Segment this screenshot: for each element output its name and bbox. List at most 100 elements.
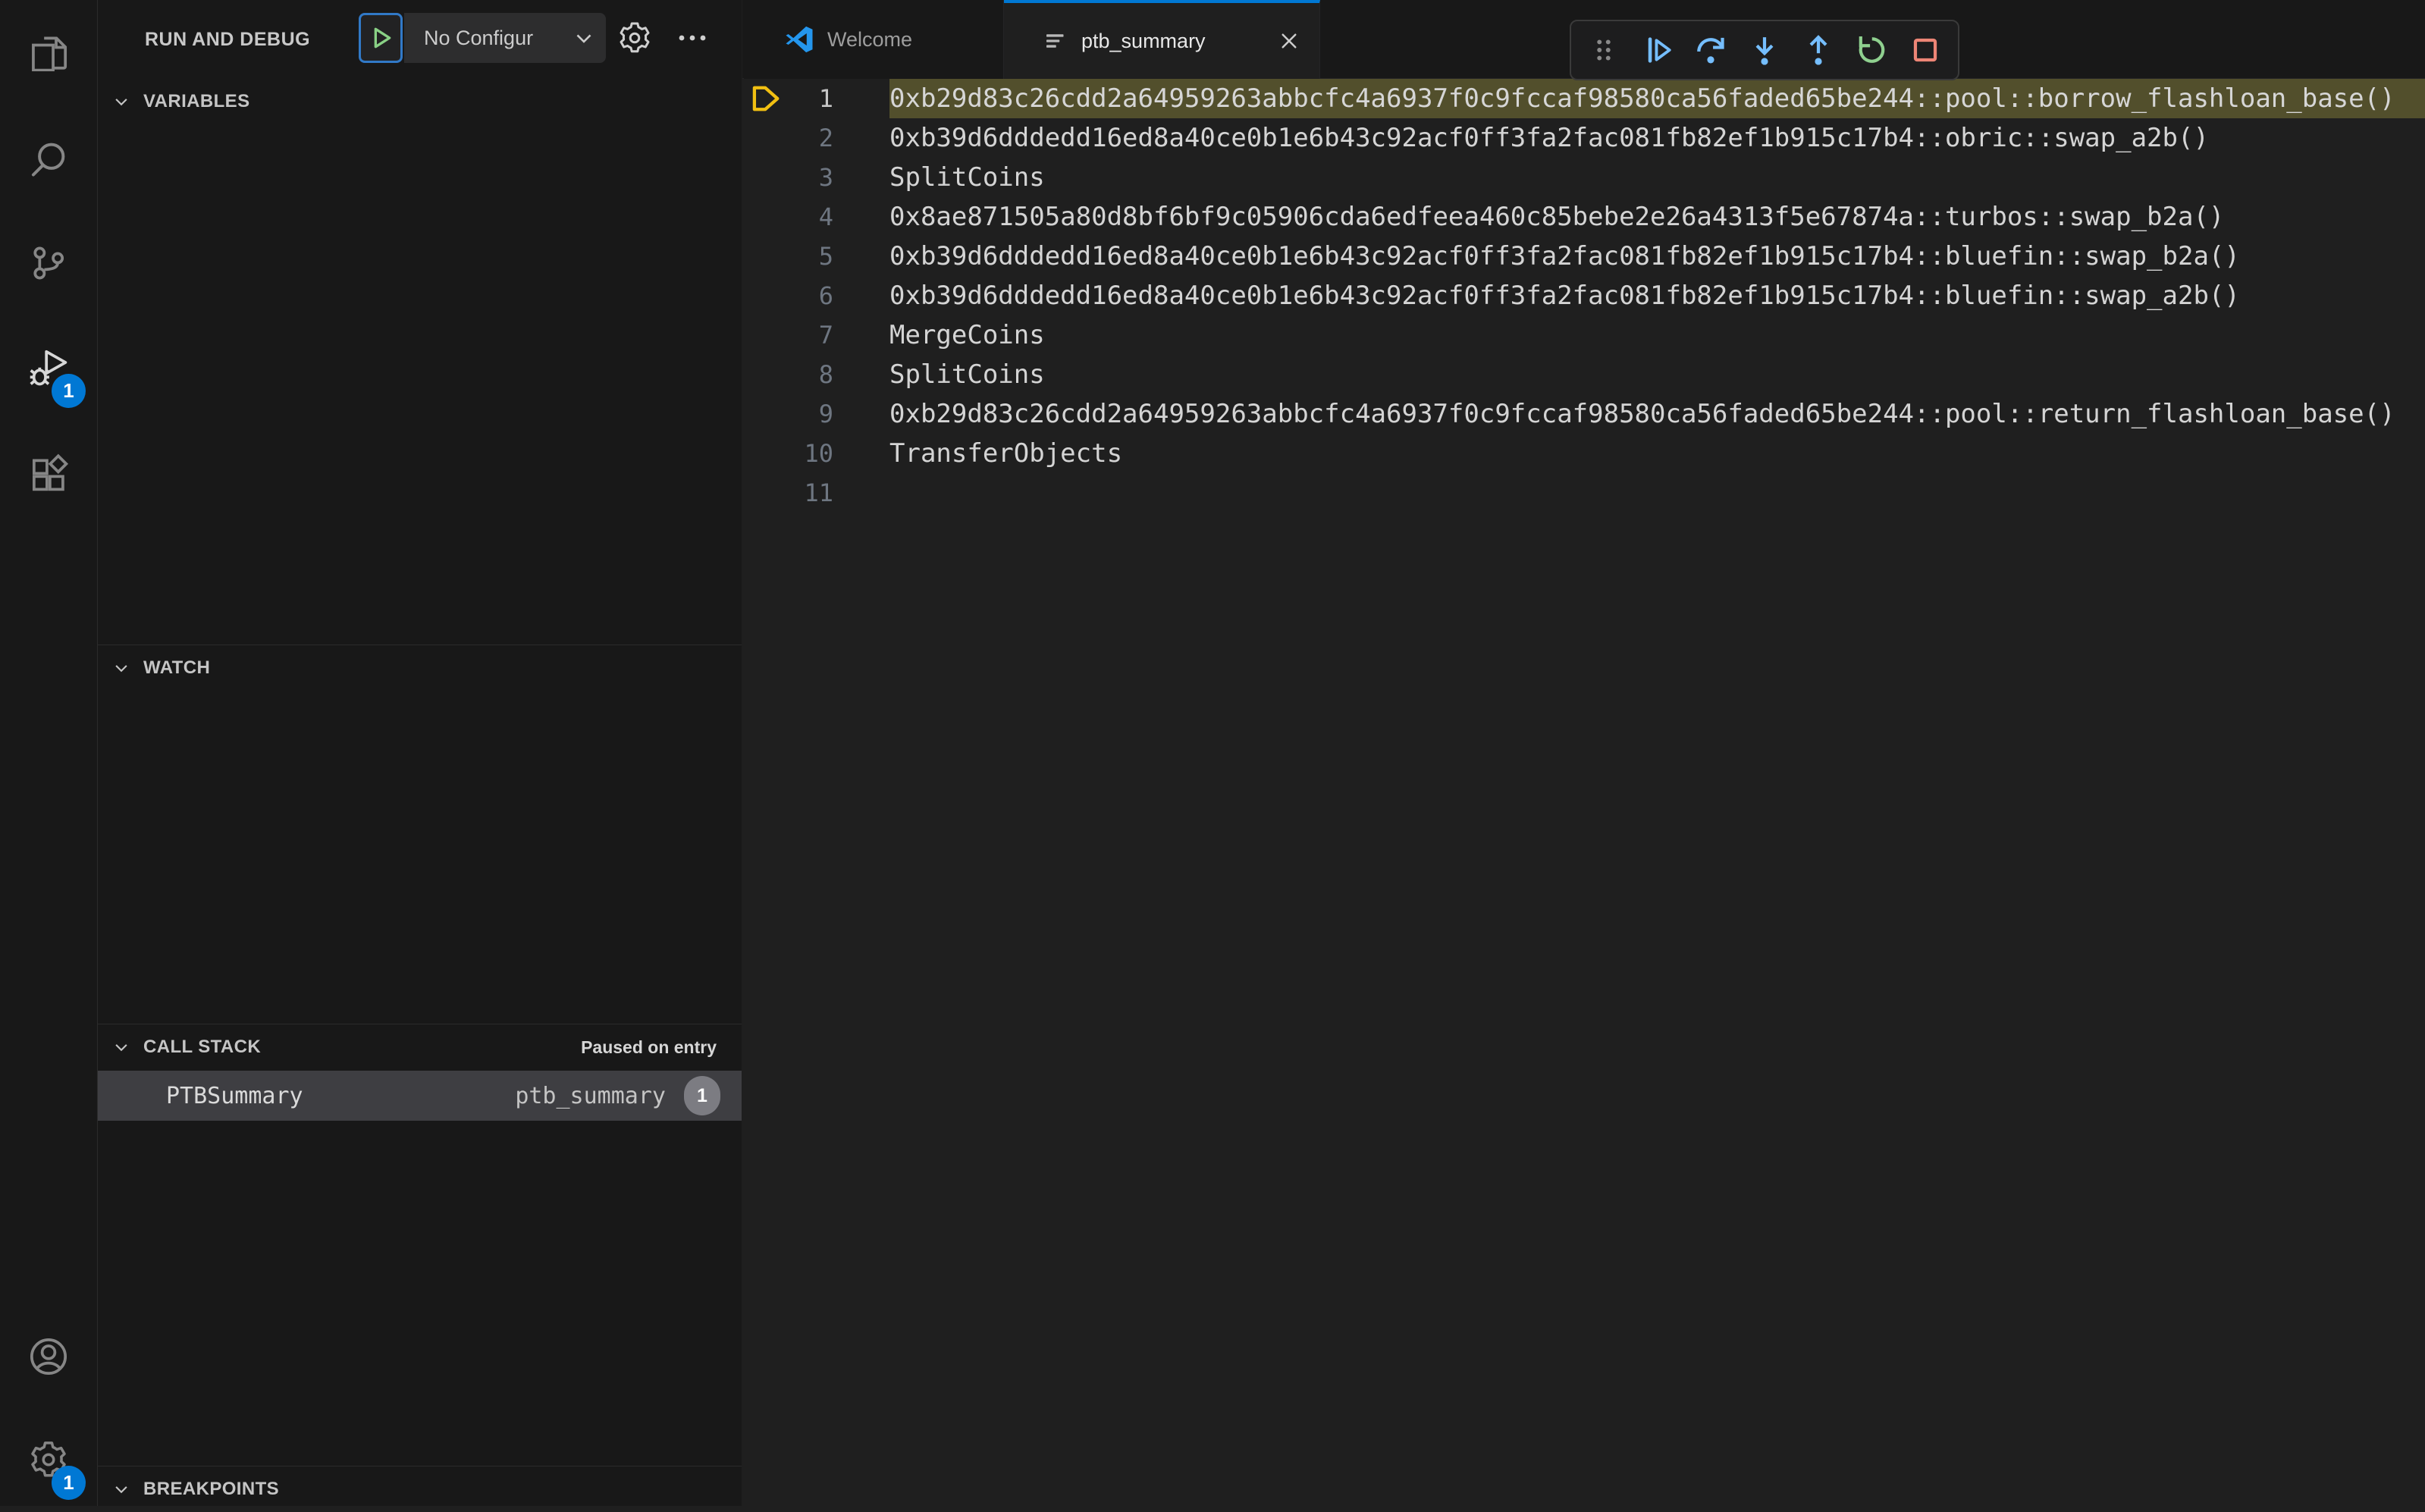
line-text[interactable]: SplitCoins <box>889 158 2425 197</box>
code-line-4[interactable]: 4 0x8ae871505a80d8bf6bf9c05906cda6edfeea4… <box>742 197 2425 237</box>
stop-icon <box>1913 38 1937 62</box>
line-number: 10 <box>804 439 833 468</box>
line-gutter[interactable]: 3 <box>742 158 889 197</box>
code-line-6[interactable]: 6 0xb39d6dddedd16ed8a40ce0b1e6b43c92acf0f… <box>742 276 2425 315</box>
variables-section-label: VARIABLES <box>143 91 250 111</box>
call-stack-section-header[interactable]: CALL STACK Paused on entry <box>98 1024 742 1070</box>
line-text[interactable]: 0xb39d6dddedd16ed8a40ce0b1e6b43c92acf0ff… <box>889 237 2425 276</box>
stack-frame-file: ptb_summary <box>515 1082 666 1109</box>
activity-explorer[interactable] <box>0 5 97 95</box>
code-line-2[interactable]: 2 0xb39d6dddedd16ed8a40ce0b1e6b43c92acf0f… <box>742 118 2425 158</box>
line-text[interactable] <box>889 473 2425 513</box>
continue-button[interactable] <box>1639 31 1677 69</box>
account-icon <box>30 1338 67 1376</box>
extensions-icon <box>32 453 69 491</box>
toolbar-drag-gripper[interactable] <box>1585 31 1623 69</box>
line-number: 7 <box>818 321 833 350</box>
current-line-arrow-icon <box>752 86 780 111</box>
line-gutter[interactable]: 8 <box>742 355 889 394</box>
line-gutter[interactable]: 9 <box>742 394 889 434</box>
line-number: 6 <box>818 281 833 310</box>
chevron-down-icon <box>115 1486 127 1494</box>
line-gutter[interactable]: 2 <box>742 118 889 158</box>
launch-control: No Configur <box>359 13 606 63</box>
activity-accounts[interactable] <box>0 1312 97 1401</box>
line-gutter[interactable]: 1 <box>742 79 889 118</box>
code-line-8[interactable]: 8 SplitCoins <box>742 355 2425 394</box>
play-icon <box>374 27 391 49</box>
line-number: 2 <box>818 124 833 152</box>
line-number: 3 <box>818 163 833 192</box>
activity-search[interactable] <box>0 114 97 204</box>
activity-bar: 1 1 <box>0 0 98 1506</box>
configuration-dropdown[interactable]: No Configur <box>404 13 606 63</box>
step-into-button[interactable] <box>1746 31 1783 69</box>
variables-section-header[interactable]: VARIABLES <box>98 79 742 124</box>
line-gutter[interactable]: 7 <box>742 315 889 355</box>
sidebar-title: RUN AND DEBUG <box>145 29 311 50</box>
activity-source-control[interactable] <box>0 218 97 308</box>
chevron-down-icon <box>576 34 591 43</box>
vscode-window: { "activity_bar": { "items": [ { "id": "… <box>0 0 2425 1506</box>
code-line-7[interactable]: 7 MergeCoins <box>742 315 2425 355</box>
chevron-down-icon <box>115 1044 127 1052</box>
line-text[interactable]: SplitCoins <box>889 355 2425 394</box>
start-debug-button[interactable] <box>359 13 403 63</box>
gripper-icon <box>1597 39 1611 61</box>
call-stack-section: CALL STACK Paused on entry PTBSummary pt… <box>98 1024 742 1466</box>
line-text[interactable]: 0x8ae871505a80d8bf6bf9c05906cda6edfeea46… <box>889 197 2425 237</box>
line-text[interactable]: TransferObjects <box>889 434 2425 473</box>
run-and-debug-sidebar: RUN AND DEBUG No Configur VARIABLES WATC… <box>98 0 742 1506</box>
line-gutter[interactable]: 10 <box>742 434 889 473</box>
source-control-icon <box>33 246 64 280</box>
close-tab-icon[interactable] <box>1275 27 1303 55</box>
chevron-down-icon <box>115 99 127 106</box>
debug-pause-status: Paused on entry <box>581 1037 717 1057</box>
code-line-3[interactable]: 3 SplitCoins <box>742 158 2425 197</box>
line-text[interactable]: 0xb39d6dddedd16ed8a40ce0b1e6b43c92acf0ff… <box>889 276 2425 315</box>
line-gutter[interactable]: 11 <box>742 473 889 513</box>
line-gutter[interactable]: 5 <box>742 237 889 276</box>
tab-ptb-summary-label: ptb_summary <box>1081 29 1206 52</box>
code-lines: 1 0xb29d83c26cdd2a64959263abbcfc4a6937f0c… <box>742 79 2425 1506</box>
line-gutter[interactable]: 4 <box>742 197 889 237</box>
tab-ptb-summary[interactable]: ptb_summary <box>1004 0 1320 79</box>
restart-button[interactable] <box>1852 31 1890 69</box>
step-over-button[interactable] <box>1692 31 1730 69</box>
line-number: 9 <box>818 400 833 428</box>
breakpoints-section: BREAKPOINTS <box>98 1466 742 1506</box>
watch-section-header[interactable]: WATCH <box>98 645 742 691</box>
editor-area: Welcome ptb_summary 1 0xb29d83c26cdd2a64… <box>742 0 2425 1506</box>
call-stack-frame-row[interactable]: PTBSummary ptb_summary 1 <box>98 1071 742 1121</box>
more-actions-icon[interactable] <box>674 20 711 56</box>
code-line-1[interactable]: 1 0xb29d83c26cdd2a64959263abbcfc4a6937f0c… <box>742 79 2425 118</box>
stop-button[interactable] <box>1906 31 1944 69</box>
open-launch-json-gear-icon[interactable] <box>616 20 653 56</box>
continue-icon <box>1648 37 1671 63</box>
code-line-11[interactable]: 11 <box>742 473 2425 513</box>
tab-welcome[interactable]: Welcome <box>744 0 1004 79</box>
stack-frame-badge: 1 <box>684 1076 720 1115</box>
step-over-icon <box>1697 37 1724 64</box>
configuration-dropdown-label: No Configur <box>424 26 534 49</box>
activity-settings[interactable]: 1 <box>0 1415 97 1504</box>
code-line-9[interactable]: 9 0xb29d83c26cdd2a64959263abbcfc4a6937f0c… <box>742 394 2425 434</box>
line-gutter[interactable]: 6 <box>742 276 889 315</box>
debug-badge: 1 <box>52 374 86 408</box>
activity-run-and-debug[interactable]: 1 <box>0 323 97 413</box>
breakpoints-section-header[interactable]: BREAKPOINTS <box>98 1466 742 1512</box>
vscode-logo-icon <box>786 26 813 53</box>
tab-welcome-label: Welcome <box>827 27 913 51</box>
code-line-10[interactable]: 10 TransferObjects <box>742 434 2425 473</box>
activity-extensions[interactable] <box>0 430 97 519</box>
watch-section: WATCH <box>98 645 742 1024</box>
step-out-button[interactable] <box>1799 31 1837 69</box>
line-number: 4 <box>818 202 833 231</box>
line-number: 11 <box>804 478 833 507</box>
line-text[interactable]: 0xb29d83c26cdd2a64959263abbcfc4a6937f0c9… <box>889 394 2425 434</box>
line-text[interactable]: MergeCoins <box>889 315 2425 355</box>
code-line-5[interactable]: 5 0xb39d6dddedd16ed8a40ce0b1e6b43c92acf0f… <box>742 237 2425 276</box>
line-number: 8 <box>818 360 833 389</box>
line-text[interactable]: 0xb39d6dddedd16ed8a40ce0b1e6b43c92acf0ff… <box>889 118 2425 158</box>
line-text[interactable]: 0xb29d83c26cdd2a64959263abbcfc4a6937f0c9… <box>889 79 2425 118</box>
